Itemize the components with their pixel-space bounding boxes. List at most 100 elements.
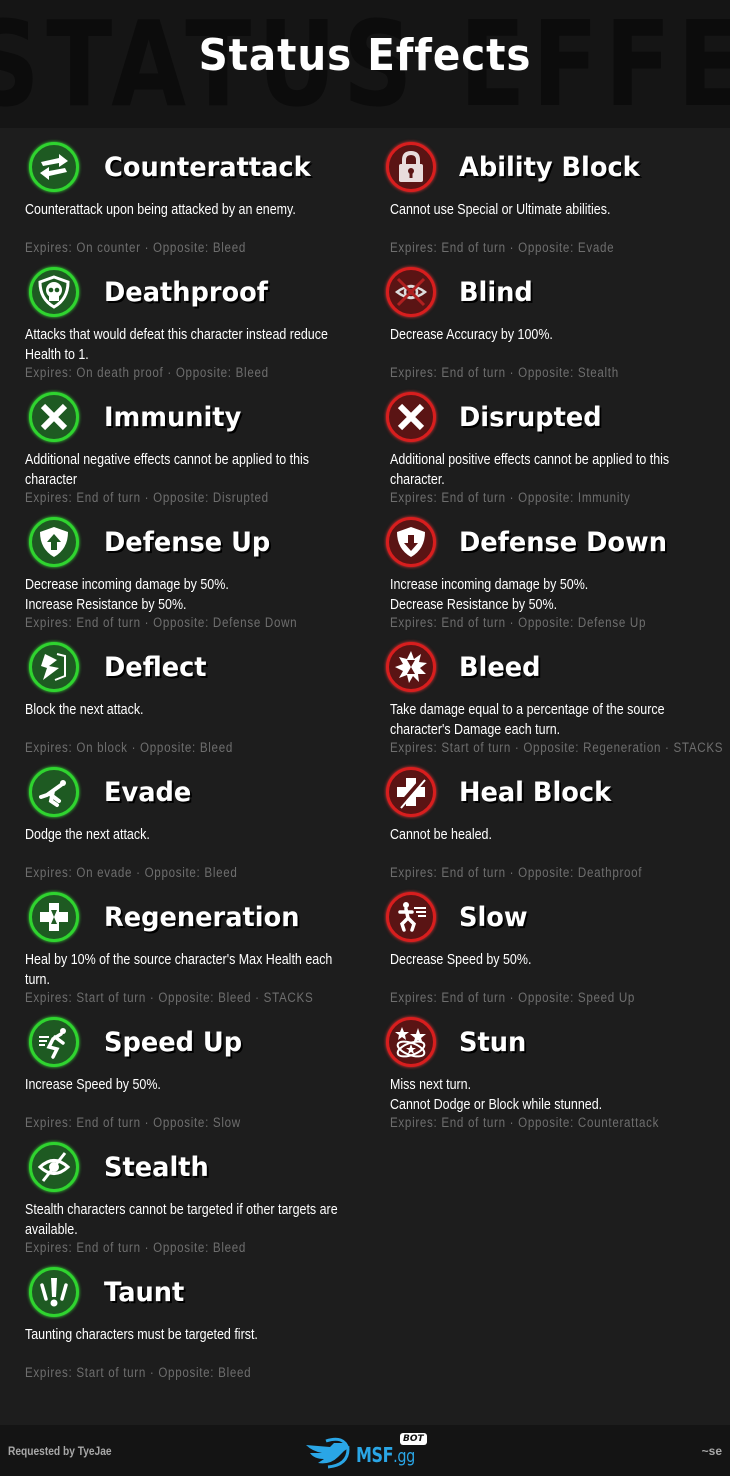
effect-name: Defense Up bbox=[104, 527, 271, 558]
effect-meta: Expires: End of turn · Opposite: Defense… bbox=[25, 615, 298, 630]
effect-name: Deathproof bbox=[104, 277, 268, 308]
shield-up-icon bbox=[29, 517, 79, 567]
effect-meta: Expires: End of turn · Opposite: Stealth bbox=[390, 365, 619, 380]
requested-by: Requested by TyeJae bbox=[8, 1444, 112, 1458]
eye-slash-icon bbox=[29, 1142, 79, 1192]
status-effect-heal-block: Heal Block Cannot be healed. Expires: End … bbox=[386, 765, 730, 890]
effect-meta: Expires: End of turn · Opposite: Speed U… bbox=[390, 990, 636, 1005]
effect-name: Evade bbox=[104, 777, 192, 808]
effect-description: Heal by 10% of the source character's Ma… bbox=[25, 952, 333, 988]
skull-shield-icon bbox=[29, 267, 79, 317]
status-effect-blind: Blind Decrease Accuracy by 100%. Expires: … bbox=[386, 265, 730, 390]
effect-description: Stealth characters cannot be targeted if… bbox=[25, 1202, 338, 1238]
deflect-icon bbox=[29, 642, 79, 692]
footer: Requested by TyeJae MSF.gg BOT ~se bbox=[0, 1425, 730, 1476]
effect-name: Immunity bbox=[104, 402, 242, 433]
crossed-cross-icon bbox=[386, 767, 436, 817]
status-effect-defense-down: Defense Down Increase incoming damage by … bbox=[386, 515, 730, 640]
signature: ~se bbox=[701, 1444, 722, 1458]
x-icon bbox=[29, 392, 79, 442]
effect-description: Block the next attack. bbox=[25, 702, 144, 718]
effects-panel: Counterattack Counterattack upon being at… bbox=[0, 128, 730, 1425]
burst-hourglass-icon bbox=[386, 642, 436, 692]
effect-name: Ability Block bbox=[459, 152, 640, 183]
header: STATUS EFFECTS Status Effects bbox=[0, 0, 730, 128]
effect-name: Deflect bbox=[104, 652, 207, 683]
x-icon bbox=[386, 392, 436, 442]
effect-name: Blind bbox=[459, 277, 533, 308]
effect-name: Defense Down bbox=[459, 527, 667, 558]
evade-figure-icon bbox=[29, 767, 79, 817]
effect-name: Taunt bbox=[104, 1277, 185, 1308]
status-effect-disrupted: Disrupted Additional positive effects can… bbox=[386, 390, 730, 515]
status-effect-counterattack: Counterattack Counterattack upon being at… bbox=[25, 140, 385, 265]
effect-description: Cannot use Special or Ultimate abilities… bbox=[390, 202, 611, 218]
debuff-column: Ability Block Cannot use Special or Ultim… bbox=[386, 140, 730, 1140]
buff-column: Counterattack Counterattack upon being at… bbox=[25, 140, 385, 1390]
shield-down-icon bbox=[386, 517, 436, 567]
status-effect-evade: Evade Dodge the next attack. Expires: On e… bbox=[25, 765, 385, 890]
status-effect-regeneration: Regeneration Heal by 10% of the source ch… bbox=[25, 890, 385, 1015]
effect-name: Heal Block bbox=[459, 777, 612, 808]
effect-description: Decrease incoming damage by 50%. Increas… bbox=[25, 577, 229, 613]
effect-meta: Expires: End of turn · Opposite: Counter… bbox=[390, 1115, 660, 1130]
status-effect-immunity: Immunity Additional negative effects cann… bbox=[25, 390, 385, 515]
effect-meta: Expires: On block · Opposite: Bleed bbox=[25, 740, 233, 755]
effect-meta: Expires: End of turn · Opposite: Defense… bbox=[390, 615, 647, 630]
effect-description: Decrease Accuracy by 100%. bbox=[390, 327, 553, 343]
status-effect-speed-up: Speed Up Increase Speed by 50%. Expires: E… bbox=[25, 1015, 385, 1140]
msf-gg-logo: MSF.gg BOT bbox=[304, 1433, 434, 1469]
effect-description: Decrease Speed by 50%. bbox=[390, 952, 532, 968]
effect-meta: Expires: End of turn · Opposite: Slow bbox=[25, 1115, 241, 1130]
effect-meta: Expires: Start of turn · Opposite: Bleed bbox=[25, 1365, 252, 1380]
effect-description: Dodge the next attack. bbox=[25, 827, 150, 843]
effect-description: Additional negative effects cannot be ap… bbox=[25, 452, 310, 488]
effect-name: Disrupted bbox=[459, 402, 602, 433]
status-effect-deflect: Deflect Block the next attack. Expires: On… bbox=[25, 640, 385, 765]
effect-meta: Expires: Start of turn · Opposite: Bleed… bbox=[25, 990, 314, 1005]
effect-meta: Expires: End of turn · Opposite: Immunit… bbox=[390, 490, 631, 505]
effect-description: Increase incoming damage by 50%. Decreas… bbox=[390, 577, 589, 613]
status-effect-defense-up: Defense Up Decrease incoming damage by 50… bbox=[25, 515, 385, 640]
effect-name: Regeneration bbox=[104, 902, 300, 933]
effect-description: Attacks that would defeat this character… bbox=[25, 327, 328, 363]
status-effect-stealth: Stealth Stealth characters cannot be targ… bbox=[25, 1140, 385, 1265]
effect-name: Slow bbox=[459, 902, 528, 933]
effect-meta: Expires: End of turn · Opposite: Disrupt… bbox=[25, 490, 269, 505]
effect-meta: Expires: Start of turn · Opposite: Regen… bbox=[390, 740, 724, 755]
padlock-icon bbox=[386, 142, 436, 192]
running-figure-icon bbox=[29, 1017, 79, 1067]
effect-description: Counterattack upon being attacked by an … bbox=[25, 202, 296, 218]
logo-text: MSF.gg bbox=[356, 1443, 415, 1467]
status-effect-stun: Stun Miss next turn. Cannot Dodge or Bloc… bbox=[386, 1015, 730, 1140]
effect-description: Take damage equal to a percentage of the… bbox=[390, 702, 665, 738]
effect-name: Stun bbox=[459, 1027, 527, 1058]
effect-meta: Expires: End of turn · Opposite: Bleed bbox=[25, 1240, 247, 1255]
slow-figure-icon bbox=[386, 892, 436, 942]
status-effect-ability-block: Ability Block Cannot use Special or Ultim… bbox=[386, 140, 730, 265]
effect-description: Increase Speed by 50%. bbox=[25, 1077, 161, 1093]
page-title: Status Effects bbox=[198, 30, 532, 81]
effect-name: Speed Up bbox=[104, 1027, 243, 1058]
swap-arrows-icon bbox=[29, 142, 79, 192]
effect-name: Stealth bbox=[104, 1152, 209, 1183]
effect-description: Cannot be healed. bbox=[390, 827, 492, 843]
status-effect-bleed: Bleed Take damage equal to a percentage o… bbox=[386, 640, 730, 765]
stars-orbit-icon bbox=[386, 1017, 436, 1067]
effect-description: Miss next turn. Cannot Dodge or Block wh… bbox=[390, 1077, 603, 1113]
effect-meta: Expires: End of turn · Opposite: Deathpr… bbox=[390, 865, 643, 880]
status-effect-taunt: Taunt Taunting characters must be targete… bbox=[25, 1265, 385, 1390]
cross-hourglass-icon bbox=[29, 892, 79, 942]
effect-meta: Expires: End of turn · Opposite: Evade bbox=[390, 240, 615, 255]
effect-meta: Expires: On evade · Opposite: Bleed bbox=[25, 865, 238, 880]
exclamation-icon bbox=[29, 1267, 79, 1317]
bird-logo-icon bbox=[306, 1437, 350, 1469]
status-effect-slow: Slow Decrease Speed by 50%. Expires: End o… bbox=[386, 890, 730, 1015]
crossed-eye-icon bbox=[386, 267, 436, 317]
effect-name: Counterattack bbox=[104, 152, 311, 183]
effect-description: Taunting characters must be targeted fir… bbox=[25, 1327, 258, 1343]
effect-meta: Expires: On counter · Opposite: Bleed bbox=[25, 240, 246, 255]
effect-meta: Expires: On death proof · Opposite: Blee… bbox=[25, 365, 269, 380]
bot-badge: BOT bbox=[400, 1433, 427, 1445]
effect-description: Additional positive effects cannot be ap… bbox=[390, 452, 670, 488]
